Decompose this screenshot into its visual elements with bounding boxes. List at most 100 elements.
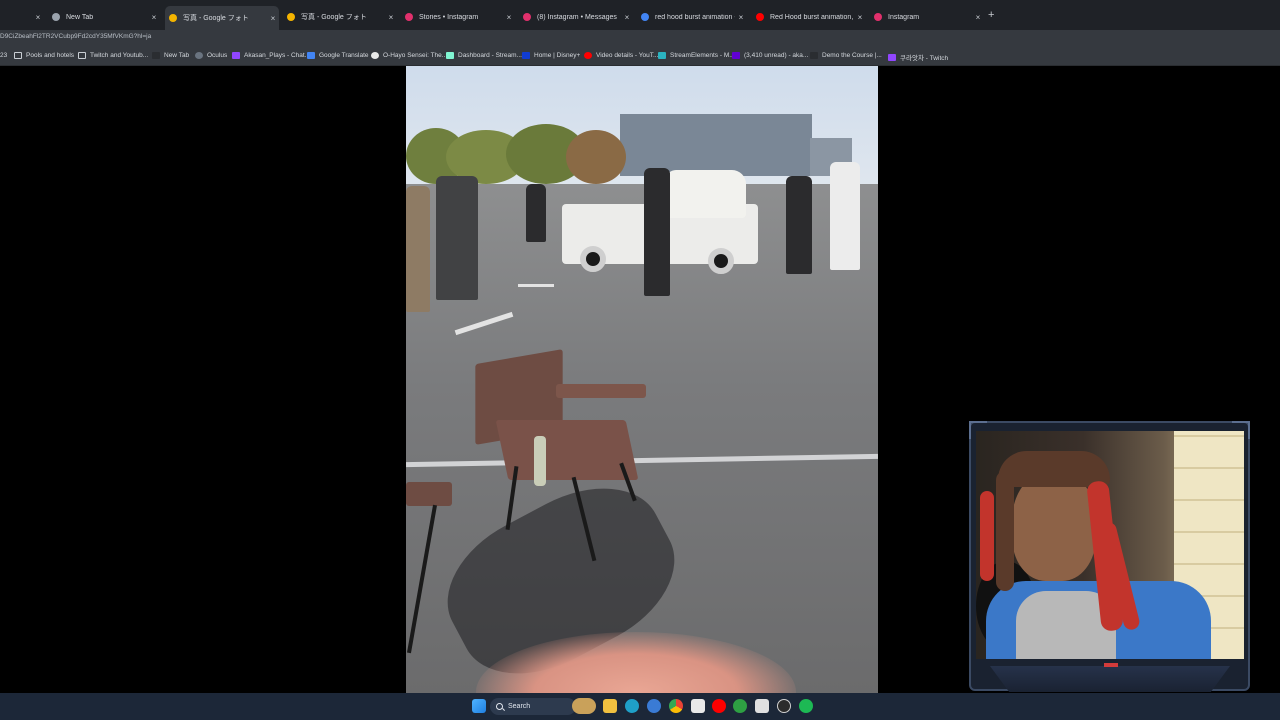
- disney-icon: [522, 52, 530, 59]
- bookmark-item[interactable]: 23: [0, 52, 7, 59]
- folder-icon: [78, 52, 86, 59]
- bookmark-ohayo-sensei[interactable]: O-Hayo Sensei: The...: [371, 52, 447, 59]
- photo-person: [644, 168, 670, 296]
- bookmark-label: New Tab: [164, 52, 190, 59]
- photo-truck-cab: [666, 170, 746, 218]
- instagram-icon: [874, 13, 882, 21]
- bookmark-youtube-studio[interactable]: Video details - YouT...: [584, 52, 658, 59]
- google-icon: [641, 13, 649, 21]
- bookmark-label: O-Hayo Sensei: The...: [383, 52, 448, 59]
- page-icon: [371, 52, 379, 59]
- bookmark-streamelements[interactable]: StreamElements - M...: [658, 52, 735, 59]
- bookmark-label: 쿠라앗차 - Twitch: [900, 55, 949, 62]
- bookmarks-bar: 23 Pools and hotels Twitch and Youtub...…: [0, 46, 1280, 66]
- photo-building: [620, 114, 812, 176]
- webcam-frame-base: [990, 666, 1230, 692]
- tab-google-photos[interactable]: 写真 - Google フォト ×: [283, 8, 397, 26]
- file-explorer-icon[interactable]: [603, 699, 617, 713]
- oculus-icon: [195, 52, 203, 59]
- close-icon[interactable]: ×: [503, 13, 515, 22]
- twitch-icon: [888, 53, 896, 61]
- close-icon[interactable]: ×: [854, 13, 866, 22]
- webcam-feed: [976, 431, 1244, 659]
- photo-wheel: [708, 248, 734, 274]
- chrome-icon: [52, 13, 60, 21]
- folder-icon: [14, 52, 22, 59]
- webcam-indicator: [1104, 663, 1118, 667]
- tab-youtube[interactable]: Red Hood burst animation, Nik ×: [752, 8, 866, 26]
- taskbar-search-label: Search: [508, 703, 531, 710]
- close-icon[interactable]: ×: [735, 13, 747, 22]
- taskbar-search-box[interactable]: Search: [490, 698, 576, 715]
- bookmark-new-tab[interactable]: New Tab: [152, 52, 189, 59]
- bookmark-label: Twitch and Youtub...: [90, 52, 149, 59]
- streamelements-icon: [658, 52, 666, 59]
- photo-bottle: [534, 436, 546, 486]
- page-icon: [810, 52, 818, 59]
- store-icon[interactable]: [691, 699, 705, 713]
- tab-instagram[interactable]: Instagram ×: [870, 8, 984, 26]
- photo-chair-arm: [556, 384, 646, 398]
- close-icon[interactable]: ×: [148, 13, 160, 22]
- bookmark-twitch-channel[interactable]: 쿠라앗차 - Twitch: [888, 52, 948, 62]
- bookmark-streamlabs[interactable]: Dashboard - Stream...: [446, 52, 522, 59]
- bookmark-label: Home | Disney+: [534, 52, 581, 59]
- windows-taskbar: Search: [0, 693, 1280, 720]
- photo-person: [406, 186, 430, 312]
- close-icon[interactable]: ×: [385, 13, 397, 22]
- tab-google-search[interactable]: red hood burst animation - Go ×: [637, 8, 747, 26]
- close-icon[interactable]: ×: [267, 14, 279, 23]
- chrome-icon[interactable]: [669, 699, 683, 713]
- windows-start-icon[interactable]: [472, 699, 486, 713]
- bookmark-demo-course[interactable]: Demo the Course |...: [810, 52, 882, 59]
- bookmark-folder-twitch[interactable]: Twitch and Youtub...: [78, 52, 148, 59]
- photo-trees: [566, 130, 626, 184]
- photo-person: [830, 162, 860, 270]
- edge-alt-icon[interactable]: [647, 699, 661, 713]
- bookmark-label: Google Translate: [319, 52, 369, 59]
- streamer-locs-red: [980, 491, 994, 581]
- tab-instagram-messages[interactable]: (8) Instagram • Messages ×: [519, 8, 633, 26]
- bookmark-label: Dashboard - Stream...: [458, 52, 522, 59]
- bookmark-google-translate[interactable]: Google Translate: [307, 52, 369, 59]
- spotify-icon[interactable]: [799, 699, 813, 713]
- tab-pinned[interactable]: ×: [0, 8, 44, 26]
- streamer-locs: [996, 471, 1014, 591]
- address-bar: D9CiZbeahFl2TR2VCubp9Fd2cdY35MfVKmG?hl=j…: [0, 30, 1280, 46]
- bookmark-disney[interactable]: Home | Disney+: [522, 52, 580, 59]
- new-tab-button[interactable]: +: [988, 9, 994, 21]
- screen: × New Tab × 写真 - Google フォト × 写真 - Googl…: [0, 0, 1280, 720]
- translate-icon: [307, 52, 315, 59]
- bookmark-yahoo-mail[interactable]: (3,410 unread) - aka...: [732, 52, 808, 59]
- photo-person: [436, 176, 478, 300]
- tab-instagram-stories[interactable]: Stories • Instagram ×: [401, 8, 515, 26]
- tab-new-tab[interactable]: New Tab ×: [48, 8, 160, 26]
- url-field[interactable]: D9CiZbeahFl2TR2VCubp9Fd2cdY35MfVKmG?hl=j…: [0, 33, 151, 40]
- twitch-icon: [232, 52, 240, 59]
- streamer-face: [1012, 471, 1096, 581]
- photo-person: [526, 184, 546, 242]
- widget-icon[interactable]: [572, 698, 596, 714]
- youtube-icon: [756, 13, 764, 21]
- page-icon: [152, 52, 160, 59]
- tab-google-photos-active[interactable]: 写真 - Google フォト ×: [165, 6, 279, 30]
- bookmark-label: 23: [0, 52, 8, 59]
- close-icon[interactable]: ×: [621, 13, 633, 22]
- bookmark-akasan-chat[interactable]: Akasan_Plays - Chat...: [232, 52, 310, 59]
- photo-viewer-image[interactable]: [406, 66, 878, 693]
- bookmark-label: Demo the Course |...: [822, 52, 882, 59]
- bookmark-folder-pools[interactable]: Pools and hotels: [14, 52, 74, 59]
- photo-parking-line: [518, 284, 554, 287]
- bookmark-label: StreamElements - M...: [670, 52, 735, 59]
- close-icon[interactable]: ×: [972, 13, 984, 22]
- bookmark-oculus[interactable]: Oculus: [195, 52, 227, 59]
- edge-icon[interactable]: [625, 699, 639, 713]
- xbox-icon[interactable]: [733, 699, 747, 713]
- youtube-icon[interactable]: [712, 699, 726, 713]
- close-icon[interactable]: ×: [32, 13, 44, 22]
- capcut-icon[interactable]: [755, 699, 769, 713]
- streamlabs-icon: [446, 52, 454, 59]
- bookmark-label: Akasan_Plays - Chat...: [244, 52, 311, 59]
- obs-icon[interactable]: [777, 699, 791, 713]
- instagram-icon: [523, 13, 531, 21]
